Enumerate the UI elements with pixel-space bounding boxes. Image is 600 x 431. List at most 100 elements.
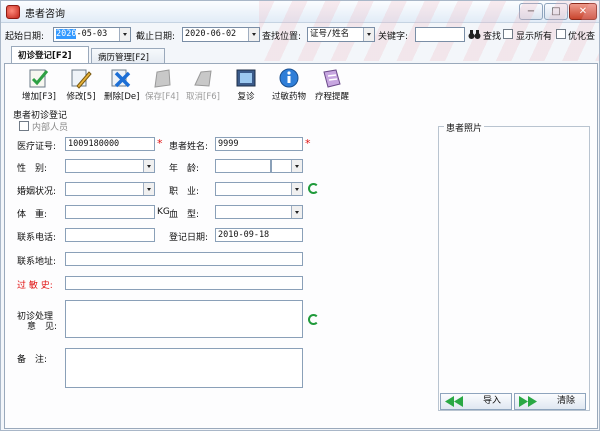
reg-date-label: 登记日期: <box>169 233 209 243</box>
cancel-label: 取消[F6] <box>186 92 220 102</box>
close-button[interactable]: ✕ <box>569 3 597 20</box>
job-select[interactable] <box>215 182 303 196</box>
tab-first-visit[interactable]: 初诊登记[F2] <box>11 46 89 64</box>
film-icon <box>236 69 256 87</box>
chevron-down-icon[interactable] <box>248 28 259 41</box>
start-date-year: 2020 <box>56 29 77 39</box>
revisit-button[interactable]: 复诊 <box>229 67 263 102</box>
patient-name-input[interactable]: 9999 <box>215 137 303 151</box>
weight-unit: KG <box>157 207 170 217</box>
chevron-down-icon[interactable] <box>291 160 302 172</box>
chevron-down-icon[interactable] <box>291 183 302 195</box>
optimize-checkbox[interactable] <box>556 29 566 39</box>
allergy-history-label: 过 敏 史: <box>17 281 53 291</box>
optimize-label: 优化查 <box>568 32 596 42</box>
card-number-input[interactable]: 1009180000 <box>65 137 155 151</box>
gender-label: 性 别: <box>17 164 48 174</box>
pencil-icon <box>71 69 92 89</box>
info-icon <box>279 68 299 88</box>
double-left-arrow-icon <box>445 396 463 407</box>
phone-input[interactable] <box>65 228 155 242</box>
save-label: 保存[F4] <box>145 92 179 102</box>
start-date-label: 起始日期: <box>5 32 45 42</box>
blood-type-select[interactable] <box>215 205 303 219</box>
age-unit-select[interactable] <box>271 159 303 173</box>
maximize-button[interactable]: □ <box>544 3 568 20</box>
clear-label: 清除 <box>557 396 576 406</box>
marital-label: 婚姻状况: <box>17 187 57 197</box>
app-icon <box>6 5 20 19</box>
patient-consult-window: 患者咨询 − □ ✕ 起始日期: 2020-05-03 截止日期: 2020-0… <box>0 0 600 431</box>
internal-checkbox[interactable] <box>19 121 29 131</box>
tab-records[interactable]: 病历管理[F2] <box>91 48 165 64</box>
title-bar: 患者咨询 − □ ✕ <box>1 1 599 23</box>
photo-title: 患者照片 <box>444 121 485 134</box>
delete-label: 删除[De] <box>104 92 140 102</box>
allergy-history-input[interactable] <box>65 276 303 290</box>
remark-label: 备 注: <box>17 355 48 365</box>
marital-select[interactable] <box>65 182 155 196</box>
chevron-down-icon[interactable] <box>291 206 302 218</box>
chevron-down-icon[interactable] <box>143 160 154 172</box>
weight-label: 体 重: <box>17 210 48 220</box>
allergy-label: 过敏药物 <box>271 92 306 102</box>
internal-label: 内部人员 <box>32 123 69 133</box>
double-right-arrow-icon <box>519 396 537 407</box>
course-label: 疗程提醒 <box>314 92 349 102</box>
name-label: 患者姓名: <box>169 142 209 152</box>
save-icon <box>154 69 171 88</box>
import-label: 导入 <box>483 396 502 406</box>
address-input[interactable] <box>65 252 303 266</box>
add-icon <box>29 69 49 88</box>
course-button[interactable]: 疗程提醒 <box>312 67 352 102</box>
card-label: 医疗证号: <box>17 142 57 152</box>
age-label: 年 龄: <box>169 164 200 174</box>
required-mark: * <box>157 137 163 150</box>
age-input[interactable] <box>215 159 271 173</box>
remark-textarea[interactable] <box>65 348 303 388</box>
start-date-rest: -05-03 <box>76 29 108 39</box>
revisit-label: 复诊 <box>237 92 255 102</box>
reminder-icon <box>323 69 341 88</box>
start-date-picker[interactable]: 2020-05-03 <box>53 27 131 42</box>
address-label: 联系地址: <box>17 257 57 267</box>
chevron-down-icon[interactable] <box>119 28 130 41</box>
refresh-icon[interactable] <box>308 183 319 194</box>
end-date-label: 截止日期: <box>136 32 176 42</box>
keyword-input[interactable] <box>415 27 465 42</box>
minimize-button[interactable]: − <box>519 3 543 20</box>
find-button[interactable]: 查找 <box>483 29 501 42</box>
keyword-label: 关键字: <box>378 32 409 42</box>
chevron-down-icon[interactable] <box>143 183 154 195</box>
cancel-icon <box>194 70 212 87</box>
show-all-checkbox[interactable] <box>503 29 513 39</box>
job-label: 职 业: <box>169 187 200 197</box>
delete-button[interactable]: 删除[De] <box>104 67 140 102</box>
opinion-textarea[interactable] <box>65 300 303 338</box>
position-select[interactable]: 证号/姓名 <box>307 27 375 42</box>
position-value: 证号/姓名 <box>310 29 350 39</box>
add-label: 增加[F3] <box>22 92 56 102</box>
opinion-label-line2: 意 见: <box>27 322 58 332</box>
binoculars-icon[interactable] <box>468 29 481 40</box>
edit-button[interactable]: 修改[5] <box>64 67 98 102</box>
import-photo-button[interactable]: 导入 <box>440 393 512 410</box>
delete-icon <box>111 69 131 88</box>
allergy-button[interactable]: 过敏药物 <box>269 67 309 102</box>
add-button[interactable]: 增加[F3] <box>22 67 56 102</box>
position-label: 查找位置: <box>262 32 302 42</box>
required-mark: * <box>305 137 311 150</box>
clear-photo-button[interactable]: 清除 <box>514 393 586 410</box>
end-date-value: 2020-06-02 <box>185 29 237 39</box>
gender-select[interactable] <box>65 159 155 173</box>
cancel-button[interactable]: 取消[F6] <box>186 67 220 102</box>
chevron-down-icon[interactable] <box>363 28 374 41</box>
refresh-icon[interactable] <box>308 314 319 325</box>
save-button[interactable]: 保存[F4] <box>145 67 179 102</box>
reg-date-input[interactable]: 2010-09-18 <box>215 228 303 242</box>
end-date-picker[interactable]: 2020-06-02 <box>182 27 260 42</box>
weight-input[interactable] <box>65 205 155 219</box>
blood-label: 血 型: <box>169 210 200 220</box>
patient-photo-frame <box>438 126 590 411</box>
search-bar: 起始日期: 2020-05-03 截止日期: 2020-06-02 查找位置: … <box>1 26 599 46</box>
